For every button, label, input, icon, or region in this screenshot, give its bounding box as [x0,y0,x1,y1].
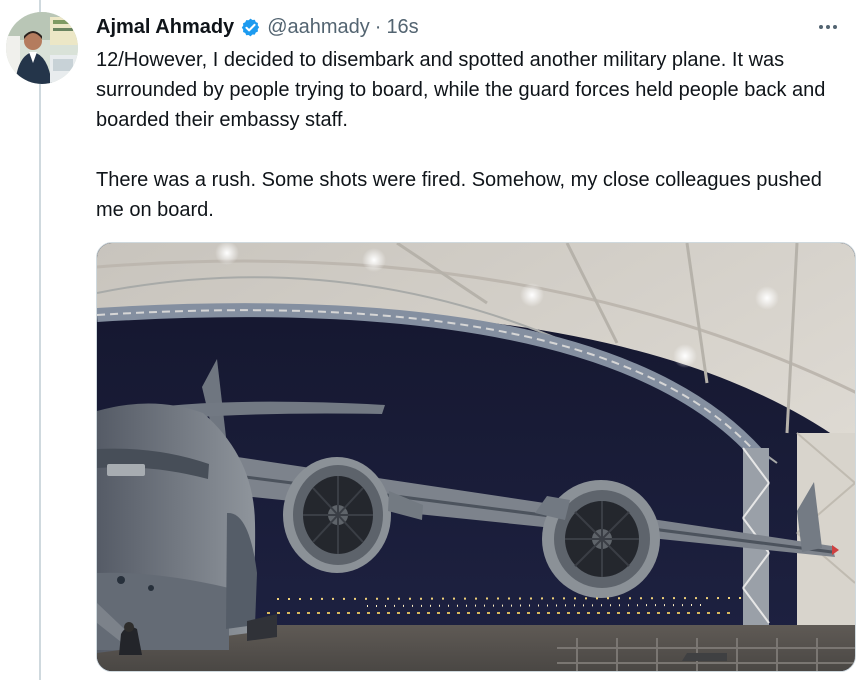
tweet-text: 12/However, I decided to disembark and s… [96,45,838,225]
more-horizontal-icon[interactable] [810,11,846,43]
avatar[interactable] [6,12,78,84]
tweet-paragraph: There was a rush. Some shots were fired.… [96,169,822,221]
header-separator: · [374,15,382,38]
tweet-timestamp[interactable]: 16s [386,16,418,39]
avatar-image [6,12,78,84]
tweet-header: Ajmal Ahmady @aahmady · 16s [96,10,848,44]
verified-badge-icon [240,17,261,38]
tweet-paragraph: 12/However, I decided to disembark and s… [96,49,826,131]
thread-connector-line [39,0,41,680]
hangar-airplane-photo [97,243,855,671]
tweet-photo[interactable] [96,242,856,672]
author-handle[interactable]: @aahmady [267,16,370,39]
author-name[interactable]: Ajmal Ahmady [96,16,234,39]
